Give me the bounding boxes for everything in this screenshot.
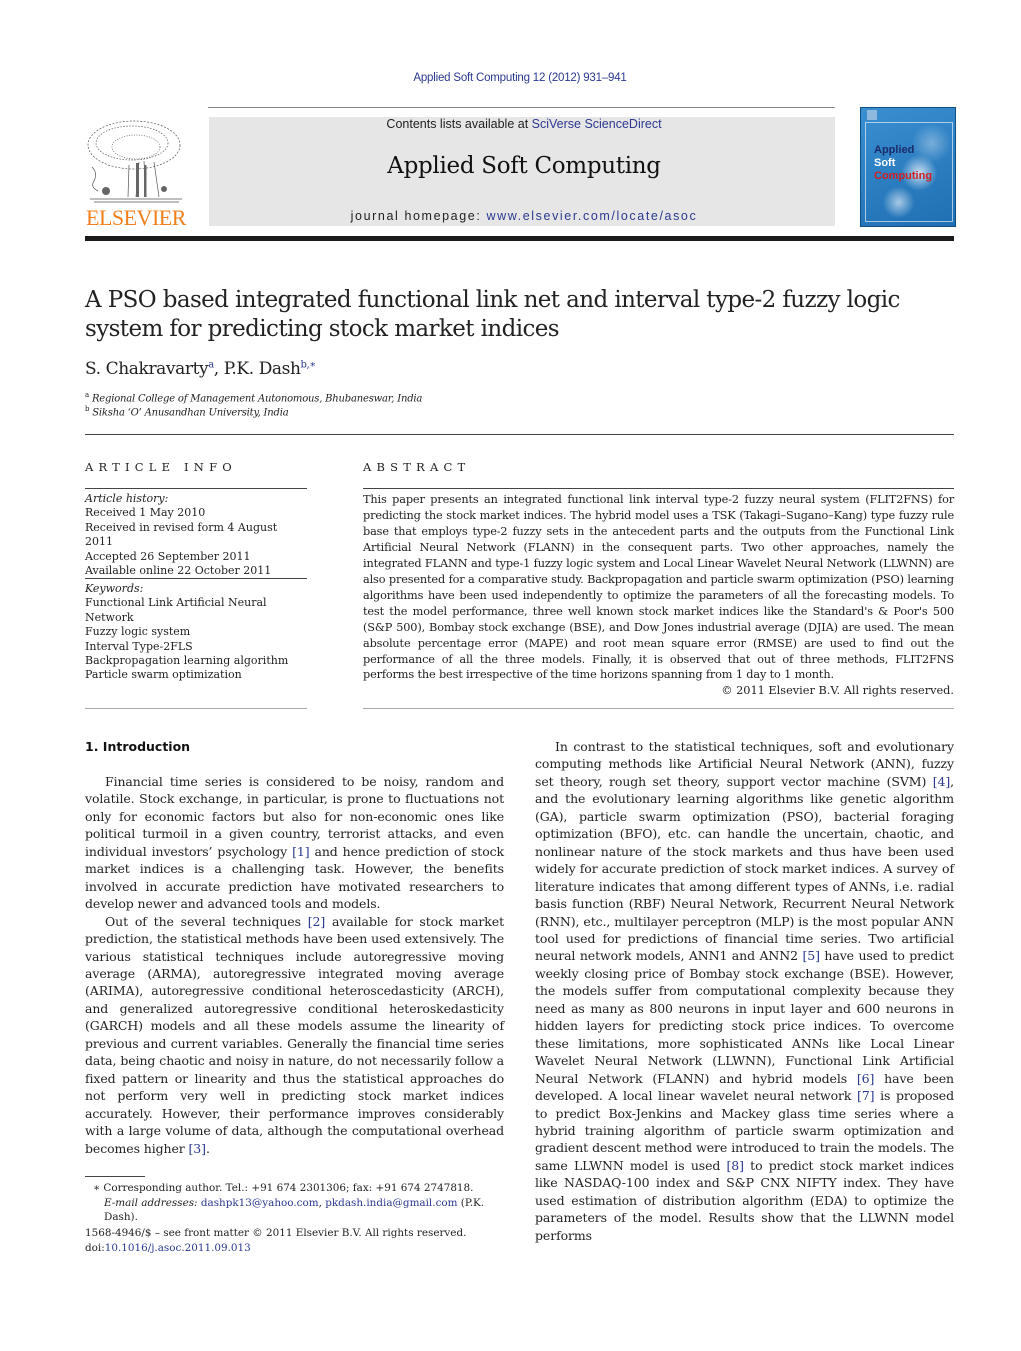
corresponding-author-text: Corresponding author. Tel.: +91 674 2301… [103, 1182, 474, 1194]
contents-prefix: Contents lists available at [386, 117, 532, 131]
keyword-item: Backpropagation learning algorithm [85, 654, 289, 668]
elsevier-tree-icon [84, 117, 186, 205]
keywords-divider [85, 578, 307, 579]
author-separator: , [213, 359, 224, 379]
footnote-line-2: E-mail addresses: dashpk13@yahoo.com, pk… [104, 1196, 485, 1224]
header-thick-divider [85, 236, 954, 241]
author-name[interactable]: S. Chakravarty [85, 359, 209, 379]
history-item: Available online 22 October 2011 [85, 564, 272, 578]
cover-word-soft: Soft [874, 157, 896, 169]
keyword-item: Fuzzy logic system [85, 625, 191, 639]
email-link[interactable]: dashpk13@yahoo.com [201, 1197, 319, 1209]
abstract-divider [363, 488, 954, 489]
body-column-right: In contrast to the statistical technique… [535, 738, 954, 1244]
article-history: Article history: Received 1 May 2010 Rec… [85, 492, 307, 578]
issn-line: 1568-4946/$ – see front matter © 2011 El… [85, 1227, 467, 1239]
affiliation-text: Siksha ‘O’ Anusandhan University, India [92, 407, 289, 419]
article-info-heading: ARTICLE INFO [85, 460, 237, 474]
affiliation-text: Regional College of Management Autonomou… [91, 393, 423, 405]
article-history-label: Article history: [85, 492, 169, 505]
section-heading-introduction: 1. Introduction [85, 739, 191, 754]
cover-word-computing: Computing [874, 170, 933, 182]
body-paragraph: Financial time series is considered to b… [85, 774, 504, 912]
article-info-divider [85, 488, 307, 489]
abstract-copyright: © 2011 Elsevier B.V. All rights reserved… [721, 684, 954, 697]
journal-cover-thumbnail[interactable]: Applied Soft Computing [860, 107, 956, 227]
abstract-heading: ABSTRACT [363, 460, 471, 474]
journal-masthead: Contents lists available at SciVerse Sci… [209, 117, 835, 226]
keyword-item: Particle swarm optimization [85, 668, 242, 682]
doi-line: doi:10.1016/j.asoc.2011.09.013 [85, 1241, 466, 1256]
journal-citation-link[interactable]: Applied Soft Computing 12 (2012) 931–941 [0, 72, 1021, 84]
footnote-divider [85, 1176, 145, 1177]
citation-reference-link[interactable]: [5] [802, 948, 820, 963]
author-affiliation-mark[interactable]: b,∗ [301, 359, 317, 370]
cover-frame: Applied Soft Computing [865, 122, 953, 222]
corresponding-author-footnote: ∗ Corresponding author. Tel.: +91 674 23… [93, 1181, 513, 1225]
body-paragraph: Out of the several techniques [2] availa… [85, 913, 504, 1156]
citation-reference-link[interactable]: [1] [292, 844, 310, 859]
citation-reference-link[interactable]: [8] [727, 1158, 745, 1173]
article-title: A PSO based integrated functional link n… [85, 287, 900, 342]
elsevier-logo[interactable]: ELSEVIER [84, 117, 186, 230]
cover-word-applied: Applied [874, 144, 915, 156]
affiliation-divider [85, 434, 954, 435]
keyword-item: Interval Type-2FLS [85, 639, 193, 653]
keyword-item: Functional Link Artificial Neural Networ… [85, 596, 267, 624]
contents-line: Contents lists available at SciVerse Sci… [209, 117, 839, 131]
affiliation-mark: b [85, 405, 90, 413]
email-label: E-mail addresses: [104, 1196, 198, 1209]
journal-title: Applied Soft Computing [387, 153, 661, 179]
cover-emblem-icon [867, 110, 877, 120]
front-matter: 1568-4946/$ – see front matter © 2011 El… [85, 1226, 466, 1255]
history-item: Received in revised form 4 August 2011 [85, 520, 278, 549]
citation-reference-link[interactable]: [3] [189, 1141, 207, 1156]
citation-reference-link[interactable]: [6] [857, 1071, 875, 1086]
sciencedirect-link[interactable]: SciVerse ScienceDirect [532, 117, 662, 131]
citation-reference-link[interactable]: [4] [933, 774, 951, 789]
citation-reference-link[interactable]: [2] [308, 914, 326, 929]
footnote-line-1: ∗ Corresponding author. Tel.: +91 674 23… [93, 1181, 513, 1196]
history-item: Received 1 May 2010 [85, 506, 206, 520]
email-link[interactable]: pkdash.india@gmail.com [325, 1197, 457, 1209]
author-list: S. Chakravartya, P.K. Dashb,∗ [85, 359, 316, 379]
elsevier-wordmark: ELSEVIER [86, 205, 186, 230]
doi-prefix: doi: [85, 1241, 105, 1254]
body-paragraph: In contrast to the statistical technique… [535, 739, 954, 1243]
homepage-prefix: journal homepage: [350, 209, 487, 223]
doi-link[interactable]: 10.1016/j.asoc.2011.09.013 [105, 1242, 251, 1254]
author-name[interactable]: P.K. Dash [224, 359, 301, 379]
journal-homepage-link[interactable]: www.elsevier.com/locate/asoc [486, 209, 697, 223]
header-divider [208, 107, 835, 108]
abstract-bottom-divider [363, 708, 954, 709]
keywords-list: Keywords: Functional Link Artificial Neu… [85, 582, 307, 683]
keywords-label: Keywords: [85, 582, 144, 595]
citation-reference-link[interactable]: [7] [857, 1088, 875, 1103]
history-item: Accepted 26 September 2011 [85, 549, 251, 563]
affiliation-a: a Regional College of Management Autonom… [85, 391, 422, 404]
body-column-left: Financial time series is considered to b… [85, 773, 504, 1157]
article-info-bottom-divider [85, 708, 307, 709]
footnote-marker: ∗ [93, 1182, 101, 1194]
abstract-text: This paper presents an integrated functi… [363, 493, 954, 682]
journal-homepage-line: journal homepage: www.elsevier.com/locat… [209, 209, 839, 223]
affiliation-mark: a [85, 391, 89, 399]
affiliation-b: b Siksha ‘O’ Anusandhan University, Indi… [85, 405, 289, 419]
